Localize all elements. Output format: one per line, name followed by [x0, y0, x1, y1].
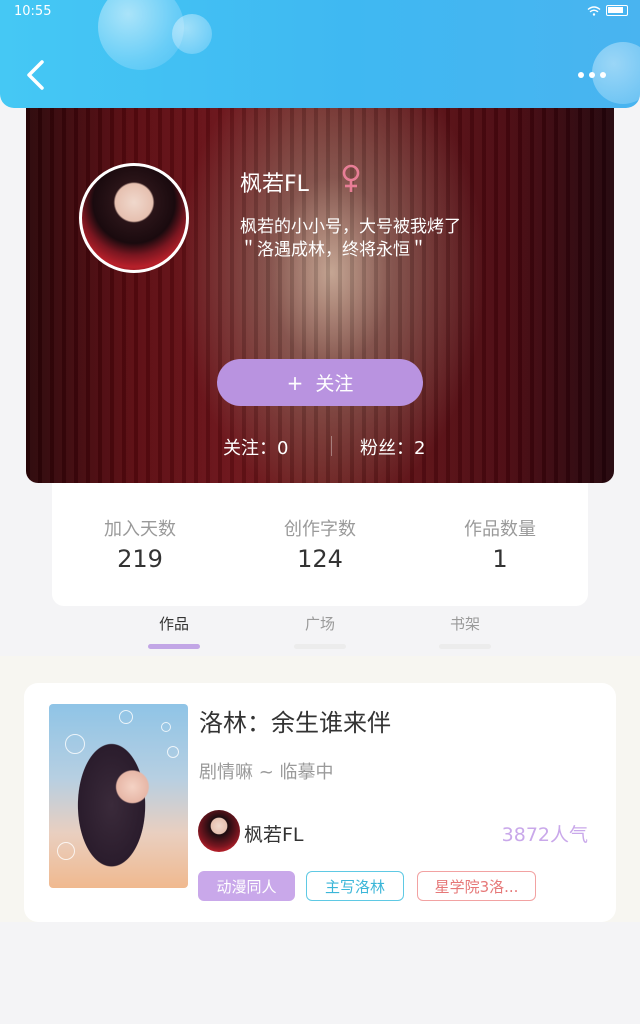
tag-anime-fanfic[interactable]: 动漫同人	[198, 871, 295, 901]
cover-bubble	[119, 710, 133, 724]
stat-label: 创作字数	[284, 519, 356, 540]
work-cover-image[interactable]	[49, 704, 188, 888]
tab-indicator	[294, 644, 346, 649]
tab-indicator	[439, 644, 491, 649]
tab-bookshelf[interactable]: 书架	[425, 613, 505, 649]
tag-main-character[interactable]: 主写洛林	[306, 871, 404, 901]
more-dots-icon	[578, 72, 584, 78]
follow-button[interactable]: + 关注	[217, 359, 423, 406]
tab-label: 作品	[158, 615, 189, 633]
stats-card: 加入天数 219 创作字数 124 作品数量 1	[52, 483, 588, 606]
cover-bubble	[167, 746, 179, 758]
author-name[interactable]: 枫若FL	[244, 820, 304, 847]
more-options-button[interactable]	[578, 66, 612, 84]
divider	[331, 436, 332, 456]
tab-square[interactable]: 广场	[280, 613, 360, 649]
stat-join-days: 加入天数 219	[70, 515, 210, 573]
status-icons	[587, 5, 628, 16]
stat-label: 加入天数	[104, 519, 176, 540]
tab-works[interactable]: 作品	[134, 613, 214, 649]
more-dots-icon	[600, 72, 606, 78]
top-app-bar: 10:55	[0, 0, 640, 108]
stat-label: 作品数量	[464, 519, 536, 540]
female-gender-icon	[342, 164, 360, 192]
profile-header-card: 枫若FL 枫若的小小号，大号被我烤了 ＂洛遇成林，终将永恒＂ + 关注 关注：0…	[26, 100, 614, 483]
more-dots-icon	[589, 72, 595, 78]
fans-count[interactable]: 粉丝：2	[360, 434, 425, 460]
chevron-left-icon	[27, 60, 44, 90]
profile-bio-line2: ＂洛遇成林，终将永恒＂	[240, 240, 427, 260]
tag-star-academy[interactable]: 星学院3洛...	[417, 871, 536, 901]
cover-bubble	[65, 734, 85, 754]
work-card[interactable]: 洛林：余生谁来伴 剧情嘛 ~ 临摹中 枫若FL 3872人气 动漫同人 主写洛林…	[24, 683, 616, 922]
tab-label: 书架	[449, 615, 480, 633]
tab-label: 广场	[304, 615, 335, 633]
stat-word-count: 创作字数 124	[250, 515, 390, 573]
plus-icon: +	[286, 370, 304, 395]
stat-work-count: 作品数量 1	[430, 515, 570, 573]
author-avatar[interactable]	[198, 810, 240, 852]
stat-value: 1	[492, 545, 508, 573]
wifi-icon	[587, 5, 601, 16]
profile-avatar[interactable]	[79, 163, 189, 273]
content-tabs: 作品 广场 书架	[0, 606, 640, 656]
work-subtitle: 剧情嘛 ~ 临摹中	[199, 762, 334, 783]
profile-username: 枫若FL	[240, 172, 309, 197]
battery-icon	[606, 5, 628, 16]
popularity-count: 3872人气	[501, 824, 588, 846]
tab-indicator	[148, 644, 200, 649]
stat-value: 219	[117, 545, 163, 573]
back-button[interactable]	[22, 58, 50, 92]
follow-button-label: 关注	[315, 373, 354, 395]
profile-bio-line1: 枫若的小小号，大号被我烤了	[240, 217, 461, 237]
decorative-bubble	[172, 14, 212, 54]
stat-value: 124	[297, 545, 343, 573]
work-title[interactable]: 洛林：余生谁来伴	[199, 703, 391, 738]
following-count[interactable]: 关注：0	[223, 434, 288, 460]
status-time: 10:55	[14, 4, 52, 19]
cover-bubble	[161, 722, 171, 732]
cover-bubble	[57, 842, 75, 860]
